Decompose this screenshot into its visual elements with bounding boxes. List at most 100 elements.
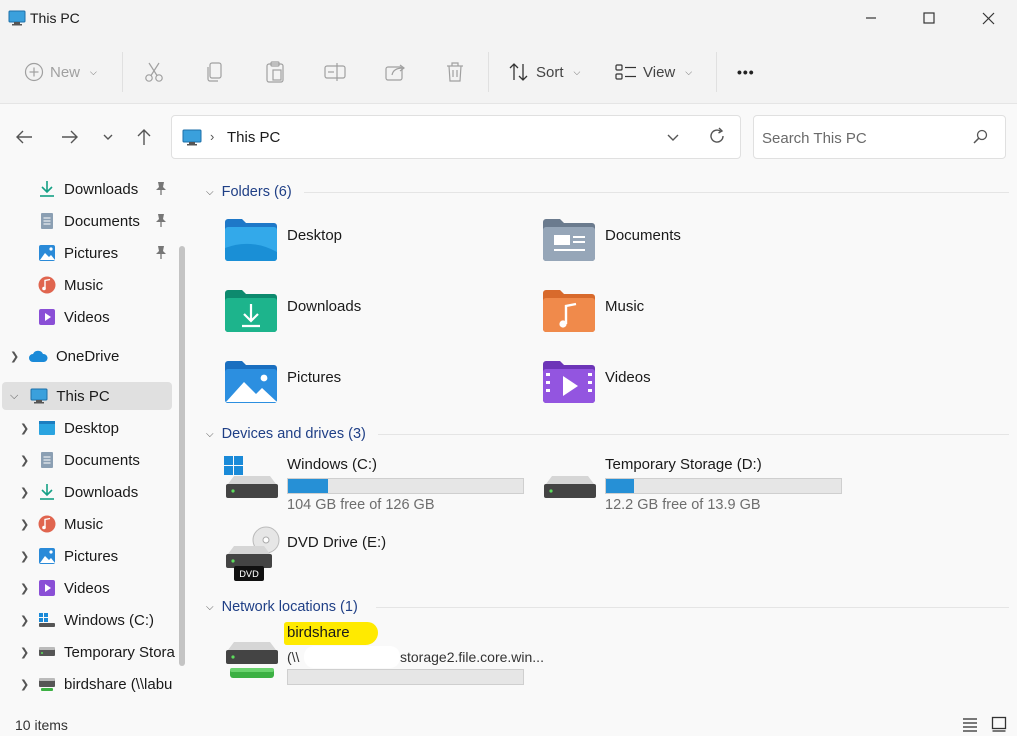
- back-button[interactable]: [11, 124, 37, 150]
- folder-documents[interactable]: Documents: [542, 218, 822, 278]
- folder-name: Documents: [605, 227, 681, 244]
- folder-music[interactable]: Music: [542, 289, 822, 349]
- sidebar-item-windows-c[interactable]: Windows (C:): [38, 606, 178, 634]
- pin-icon[interactable]: [155, 181, 167, 198]
- minimize-icon: [866, 17, 876, 19]
- videos-icon: [39, 580, 55, 596]
- chevron-right-icon[interactable]: ❯: [20, 582, 29, 595]
- refresh-icon: [710, 127, 724, 143]
- sidebar-item-birdshare[interactable]: birdshare (\\labu: [38, 670, 174, 698]
- address-bar[interactable]: › This PC: [171, 115, 741, 159]
- folder-pictures[interactable]: Pictures: [224, 360, 504, 420]
- item-count: 10 items: [15, 717, 68, 733]
- chevron-down-icon: ⌵: [206, 428, 214, 440]
- folder-downloads[interactable]: Downloads: [224, 289, 504, 349]
- new-button[interactable]: New ⌵: [24, 60, 97, 84]
- music-icon: [38, 276, 56, 294]
- maximize-icon: [923, 12, 935, 24]
- view-button[interactable]: View ⌵: [615, 60, 692, 84]
- chevron-right-icon[interactable]: ❯: [20, 614, 29, 627]
- refresh-button[interactable]: [707, 126, 727, 149]
- share-button[interactable]: [385, 60, 407, 84]
- cut-button[interactable]: [144, 60, 164, 84]
- chevron-right-icon[interactable]: ❯: [20, 646, 29, 659]
- breadcrumb-separator-icon: ›: [210, 129, 215, 144]
- more-icon: •••: [737, 64, 755, 80]
- sidebar-scrollbar[interactable]: [179, 246, 185, 666]
- chevron-right-icon[interactable]: ❯: [10, 350, 19, 363]
- divider: [378, 434, 1009, 435]
- chevron-right-icon[interactable]: ❯: [20, 518, 29, 531]
- recent-locations-button[interactable]: [95, 124, 121, 150]
- videos-icon: [39, 309, 55, 325]
- sidebar-item-music[interactable]: Music: [38, 510, 178, 538]
- sidebar-item-videos[interactable]: Videos: [38, 303, 178, 331]
- toolbar-divider: [488, 52, 489, 92]
- up-button[interactable]: [131, 124, 157, 150]
- breadcrumb-this-pc[interactable]: This PC: [227, 129, 280, 146]
- chevron-down-icon[interactable]: ⌵: [10, 390, 18, 403]
- address-dropdown-button[interactable]: [666, 130, 680, 146]
- network-birdshare[interactable]: birdshare (\\ storage2.file.core.win...: [224, 622, 544, 685]
- search-box[interactable]: [753, 115, 1006, 159]
- sidebar-item-label: Videos: [64, 308, 110, 326]
- share-icon: [385, 64, 405, 81]
- navigation-pane: Downloads Documents Pictures Music Video…: [0, 170, 192, 715]
- sidebar-item-label: Downloads: [64, 483, 139, 501]
- arrow-left-icon: [16, 130, 32, 144]
- folder-videos[interactable]: Videos: [542, 360, 822, 420]
- drive-temporary-storage-d[interactable]: Temporary Storage (D:) 12.2 GB free of 1…: [542, 456, 842, 516]
- desktop-folder-icon: [225, 219, 277, 261]
- sort-button[interactable]: Sort ⌵: [508, 60, 580, 84]
- details-view-button[interactable]: [962, 716, 978, 735]
- rename-button[interactable]: [324, 60, 346, 84]
- sidebar-item-label: birdshare (\\labu: [64, 675, 173, 693]
- group-header-devices[interactable]: ⌵ Devices and drives (3): [206, 424, 366, 444]
- arrow-up-icon: [137, 129, 151, 145]
- maximize-button[interactable]: [900, 0, 958, 36]
- group-header-label: Network locations (1): [221, 599, 358, 615]
- sidebar-item-videos[interactable]: Videos: [38, 574, 178, 602]
- chevron-right-icon[interactable]: ❯: [20, 454, 29, 467]
- folder-name: Videos: [605, 369, 651, 386]
- minimize-button[interactable]: [842, 0, 900, 36]
- chevron-right-icon[interactable]: ❯: [20, 422, 29, 435]
- chevron-right-icon[interactable]: ❯: [20, 678, 29, 691]
- sidebar-item-pictures[interactable]: Pictures: [38, 542, 178, 570]
- folder-name: Desktop: [287, 227, 343, 244]
- copy-button[interactable]: [205, 60, 225, 84]
- sidebar-item-this-pc[interactable]: ⌵ This PC: [2, 382, 172, 410]
- paste-button[interactable]: [265, 60, 285, 84]
- drive-windows-c[interactable]: Windows (C:) 104 GB free of 126 GB: [224, 456, 524, 516]
- sidebar-item-temporary-storage[interactable]: Temporary Stora: [38, 638, 178, 666]
- chevron-right-icon[interactable]: ❯: [20, 550, 29, 563]
- delete-button[interactable]: [445, 60, 465, 84]
- dvd-drive-icon: DVD: [226, 526, 280, 581]
- sidebar-item-downloads[interactable]: Downloads: [38, 478, 178, 506]
- pin-icon[interactable]: [155, 245, 167, 262]
- folder-desktop[interactable]: Desktop: [224, 218, 504, 278]
- network-drive-icon: [226, 642, 278, 678]
- sidebar-item-documents[interactable]: Documents: [38, 446, 178, 474]
- more-options-button[interactable]: •••: [737, 60, 755, 84]
- toolbar-divider: [122, 52, 123, 92]
- chevron-right-icon[interactable]: ❯: [20, 486, 29, 499]
- sidebar-item-desktop[interactable]: Desktop: [38, 414, 178, 442]
- content-area: ⌵ Folders (6) Desktop Documents Download…: [192, 170, 1017, 715]
- group-header-label: Devices and drives (3): [221, 426, 366, 442]
- close-icon: [982, 12, 994, 24]
- forward-button[interactable]: [57, 124, 83, 150]
- group-header-folders[interactable]: ⌵ Folders (6): [206, 182, 292, 202]
- close-button[interactable]: [959, 0, 1017, 36]
- desktop-icon: [39, 421, 55, 435]
- search-input[interactable]: [762, 127, 962, 149]
- sidebar-item-onedrive[interactable]: OneDrive: [28, 342, 178, 370]
- search-icon[interactable]: [972, 129, 988, 148]
- pin-icon[interactable]: [155, 213, 167, 230]
- drive-dvd-e[interactable]: DVD DVD Drive (E:): [224, 526, 524, 586]
- large-icons-view-button[interactable]: [991, 716, 1007, 735]
- sidebar-item-music[interactable]: Music: [38, 271, 178, 299]
- group-header-network[interactable]: ⌵ Network locations (1): [206, 597, 358, 617]
- pictures-folder-icon: [225, 361, 277, 403]
- videos-folder-icon: [543, 361, 595, 403]
